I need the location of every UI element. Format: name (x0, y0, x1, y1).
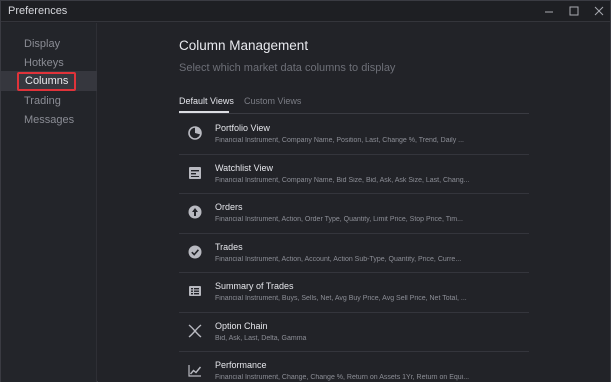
main-panel: Column Management Select which market da… (98, 23, 610, 382)
tab-default-views[interactable]: Default Views (179, 96, 234, 106)
list-item-summary-of-trades[interactable]: Summary of Trades Financial Instrument, … (179, 273, 529, 313)
list-item-trades[interactable]: Trades Financial Instrument, Action, Acc… (179, 234, 529, 273)
list-item-option-chain[interactable]: Option Chain Bid, Ask, Last, Delta, Gamm… (179, 313, 529, 352)
page-subtitle: Select which market data columns to disp… (179, 62, 396, 74)
view-name: Watchlist View (215, 162, 274, 173)
portfolio-icon (188, 126, 202, 140)
list-item-portfolio-view[interactable]: Portfolio View Financial Instrument, Com… (179, 115, 529, 155)
view-name: Performance (215, 360, 267, 370)
preferences-window: Preferences Display Hotkeys Columns Trad… (0, 0, 611, 382)
view-columns: Financial Instrument, Action, Account, A… (215, 255, 462, 263)
view-columns: Financial Instrument, Company Name, Posi… (215, 137, 465, 144)
watchlist-icon (189, 166, 201, 179)
option-chain-icon (188, 323, 202, 338)
summary-icon (189, 286, 201, 296)
view-name: Orders (215, 202, 243, 212)
view-columns: Financial Instrument, Buys, Sells, Net, … (215, 295, 467, 302)
view-columns: Bid, Ask, Last, Delta, Gamma (215, 334, 307, 342)
trades-icon (188, 245, 202, 258)
list-item-orders[interactable]: Orders Financial Instrument, Action, Ord… (179, 194, 529, 234)
sidebar-item-display[interactable]: Display (24, 35, 60, 53)
list-item-performance[interactable]: Performance Financial Instrument, Change… (179, 352, 529, 382)
sidebar: Display Hotkeys Columns Trading Messages (1, 23, 97, 382)
list-item-watchlist-view[interactable]: Watchlist View Financial Instrument, Com… (179, 155, 529, 194)
view-columns: Financial Instrument, Change, Change %, … (215, 374, 470, 381)
page-title: Column Management (179, 38, 309, 53)
orders-icon (188, 205, 202, 219)
tab-custom-views[interactable]: Custom Views (244, 96, 301, 106)
views-list: Portfolio View Financial Instrument, Com… (179, 115, 529, 382)
view-columns: Financial Instrument, Action, Order Type… (215, 216, 463, 223)
title-bar: Preferences (1, 1, 610, 22)
performance-icon (188, 365, 202, 377)
maximize-icon[interactable] (562, 1, 586, 22)
tab-divider (179, 113, 529, 114)
view-name: Portfolio View (215, 123, 270, 133)
sidebar-item-trading[interactable]: Trading (24, 92, 61, 110)
view-name: Trades (215, 241, 243, 252)
close-icon[interactable] (587, 1, 611, 22)
view-columns: Financial Instrument, Company Name, Bid … (215, 176, 470, 184)
sidebar-item-hotkeys[interactable]: Hotkeys (24, 54, 64, 72)
minimize-icon[interactable] (537, 1, 561, 22)
sidebar-item-columns[interactable]: Columns (17, 72, 77, 91)
view-name: Option Chain (215, 320, 268, 331)
window-title: Preferences (8, 5, 68, 17)
view-name: Summary of Trades (215, 281, 294, 291)
sidebar-item-messages[interactable]: Messages (24, 111, 74, 129)
